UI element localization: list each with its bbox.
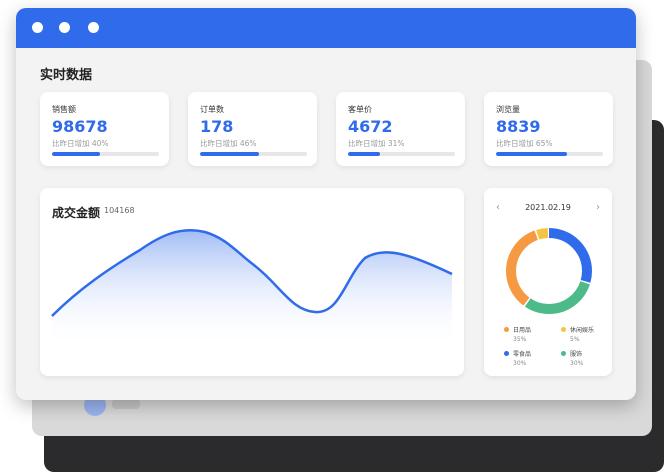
stat-progress-fill: [348, 152, 381, 156]
stat-progress-fill: [200, 152, 259, 156]
donut-chart[interactable]: [502, 224, 596, 318]
legend-item-clothing: 服饰 30%: [561, 350, 584, 368]
donut-segments: [506, 228, 592, 314]
legend-percent: 5%: [570, 336, 580, 343]
dashboard-window: 实时数据 销售额 98678 比昨日增加 40% 订单数 178 比昨日增加 4…: [16, 8, 636, 400]
stat-label: 订单数: [200, 105, 224, 114]
stat-card-sales[interactable]: 销售额 98678 比昨日增加 40%: [40, 92, 169, 166]
chevron-right-icon[interactable]: ›: [596, 202, 600, 213]
legend-dot: [504, 327, 509, 332]
stat-card-orders[interactable]: 订单数 178 比昨日增加 46%: [188, 92, 317, 166]
stat-label: 浏览量: [496, 105, 520, 114]
stat-compare: 比昨日增加 65%: [496, 139, 553, 148]
stat-compare: 比昨日增加 31%: [348, 139, 405, 148]
transaction-chart-card: 成交金额 104168: [40, 188, 464, 376]
stat-compare: 比昨日增加 40%: [52, 139, 109, 148]
legend-name: 日用品: [513, 327, 532, 334]
legend-name: 零食品: [513, 351, 532, 358]
stat-progress-bar: [348, 152, 455, 156]
legend-dot: [561, 351, 566, 356]
ghost-label: [112, 399, 140, 409]
section-title: 实时数据: [40, 68, 93, 83]
date-label: 2021.02.19: [525, 203, 571, 212]
legend-percent: 35%: [513, 336, 527, 343]
stat-progress-bar: [52, 152, 159, 156]
stat-progress-fill: [52, 152, 101, 156]
window-control-dot[interactable]: [59, 22, 70, 33]
area-chart[interactable]: [40, 188, 464, 376]
legend-item-leisure: 休闲娱乐 5%: [561, 326, 595, 344]
legend-dot: [561, 327, 566, 332]
window-control-dot[interactable]: [32, 22, 43, 33]
stat-value: 178: [200, 117, 234, 136]
legend-item-snacks: 零食品 30%: [504, 350, 532, 368]
stat-label: 销售额: [52, 105, 76, 114]
stat-value: 8839: [496, 117, 541, 136]
stat-progress-fill: [496, 152, 567, 156]
stat-card-views[interactable]: 浏览量 8839 比昨日增加 65%: [484, 92, 613, 166]
chart-area-fill: [52, 230, 452, 348]
legend-percent: 30%: [513, 360, 527, 367]
stat-progress-bar: [496, 152, 603, 156]
stat-compare: 比昨日增加 46%: [200, 139, 257, 148]
legend-name: 休闲娱乐: [570, 327, 595, 334]
category-donut-card: ‹ 2021.02.19 › 日用品 35% 休闲娱乐 5% 零食品 30% 服…: [484, 188, 612, 376]
stat-value: 98678: [52, 117, 108, 136]
stat-progress-bar: [200, 152, 307, 156]
legend-percent: 30%: [570, 360, 584, 367]
legend-dot: [504, 351, 509, 356]
window-control-dot[interactable]: [88, 22, 99, 33]
legend-name: 服饰: [570, 351, 583, 358]
stat-label: 客单价: [348, 105, 372, 114]
window-titlebar: [16, 8, 636, 48]
stat-value: 4672: [348, 117, 393, 136]
stat-card-avg-price[interactable]: 客单价 4672 比昨日增加 31%: [336, 92, 465, 166]
legend-item-daily: 日用品 35%: [504, 326, 532, 344]
